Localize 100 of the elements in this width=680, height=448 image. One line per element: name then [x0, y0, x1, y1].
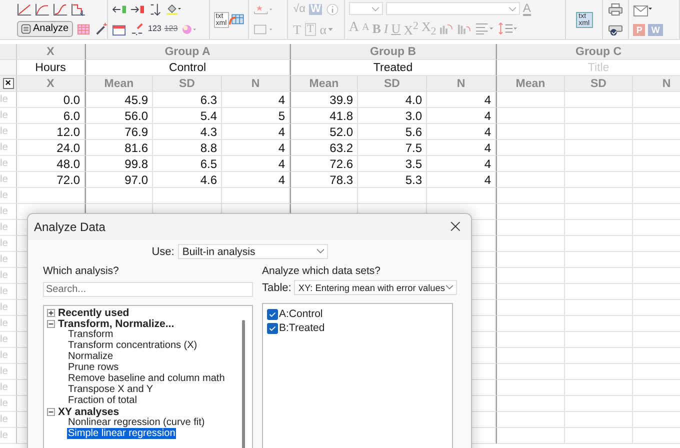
empty-cell[interactable]: [565, 108, 633, 124]
font-size-dropdown[interactable]: [348, 2, 383, 16]
empty-cell[interactable]: [496, 204, 565, 220]
rectangle-icon[interactable]: [252, 22, 273, 36]
color-wheel-icon[interactable]: [180, 22, 196, 36]
use-dropdown[interactable]: Built-in analysis: [178, 244, 328, 259]
table-icon[interactable]: [112, 22, 127, 36]
empty-cell[interactable]: [565, 348, 633, 364]
empty-cell[interactable]: [496, 92, 565, 108]
analysis-item[interactable]: Prune rows: [67, 362, 120, 373]
collapse-icon[interactable]: [47, 408, 55, 416]
analysis-item[interactable]: Transform: [67, 329, 114, 340]
close-button[interactable]: ×: [2, 78, 14, 89]
empty-cell[interactable]: [496, 156, 565, 172]
empty-cell[interactable]: [496, 172, 565, 188]
empty-cell[interactable]: [565, 300, 633, 316]
empty-cell[interactable]: [565, 380, 633, 396]
sigmoid-chart-icon[interactable]: [53, 2, 68, 16]
empty-cell[interactable]: [565, 156, 633, 172]
empty-cell[interactable]: [496, 332, 565, 348]
empty-cell[interactable]: [85, 188, 153, 204]
empty-cell[interactable]: [565, 236, 633, 252]
expand-icon[interactable]: [47, 308, 55, 316]
line-chart-icon[interactable]: [17, 2, 32, 16]
empty-cell[interactable]: [565, 316, 633, 332]
empty-cell[interactable]: [496, 252, 565, 268]
empty-cell[interactable]: [427, 188, 496, 204]
decimal-format-icon[interactable]: [130, 22, 145, 36]
empty-cell[interactable]: [222, 188, 290, 204]
empty-cell[interactable]: [565, 204, 633, 220]
checkbox[interactable]: [267, 322, 278, 334]
number-format-button[interactable]: 123: [148, 25, 162, 34]
empty-cell[interactable]: [290, 188, 358, 204]
paint-bucket-icon[interactable]: [166, 3, 181, 16]
align-icon[interactable]: [475, 22, 496, 35]
printer-icon[interactable]: [608, 3, 624, 16]
chevron-down-icon[interactable]: [508, 7, 516, 12]
empty-cell[interactable]: [496, 396, 565, 412]
empty-cell[interactable]: [565, 284, 633, 300]
printer-check-icon[interactable]: [608, 22, 624, 36]
curve-chart-icon[interactable]: [35, 2, 50, 16]
empty-cell[interactable]: [496, 428, 565, 444]
tree-category[interactable]: Recently used: [47, 307, 130, 318]
sort-icon[interactable]: [148, 3, 163, 16]
empty-cell[interactable]: [496, 380, 565, 396]
empty-cell[interactable]: [496, 284, 565, 300]
table-arrow-icon[interactable]: [228, 12, 244, 28]
survival-chart-icon[interactable]: [71, 2, 86, 16]
empty-cell[interactable]: [17, 188, 85, 204]
checkbox[interactable]: [267, 308, 278, 320]
chevron-down-icon[interactable]: [317, 249, 324, 254]
empty-cell[interactable]: [358, 188, 427, 204]
data-set-title[interactable]: Treated: [373, 62, 413, 74]
empty-cell[interactable]: [565, 172, 633, 188]
empty-cell[interactable]: [565, 220, 633, 236]
analyze-button[interactable]: Analyze: [17, 20, 73, 36]
data-set-title[interactable]: Hours: [35, 62, 66, 74]
empty-cell[interactable]: [565, 140, 633, 156]
empty-cell[interactable]: [565, 268, 633, 284]
tree-category[interactable]: Transform, Normalize...: [47, 318, 174, 329]
empty-cell[interactable]: [565, 364, 633, 380]
analysis-item[interactable]: Transpose X and Y: [67, 384, 154, 395]
magic-wand-icon[interactable]: [94, 22, 109, 35]
rotate-left-icon[interactable]: [439, 22, 454, 35]
star-line-icon[interactable]: [252, 3, 273, 16]
search-field[interactable]: Search...: [43, 282, 253, 297]
empty-cell[interactable]: [496, 140, 565, 156]
collapse-icon[interactable]: [47, 320, 55, 328]
number-format-button[interactable]: 123: [164, 25, 178, 34]
empty-cell[interactable]: [565, 124, 633, 140]
empty-cell[interactable]: [496, 236, 565, 252]
empty-cell[interactable]: [496, 300, 565, 316]
scrollbar[interactable]: [242, 320, 245, 448]
empty-cell[interactable]: [496, 316, 565, 332]
analysis-item[interactable]: Remove baseline and column math: [67, 373, 226, 384]
empty-cell[interactable]: [496, 188, 565, 204]
analysis-item[interactable]: Simple linear regression: [67, 428, 176, 439]
chevron-down-icon[interactable]: [446, 285, 454, 290]
empty-cell[interactable]: [565, 412, 633, 428]
data-set-title[interactable]: Control: [168, 62, 206, 74]
caret-icon[interactable]: [328, 28, 333, 31]
info-icon[interactable]: [324, 3, 340, 16]
empty-cell[interactable]: [153, 188, 222, 204]
analysis-item[interactable]: Fraction of total: [67, 395, 138, 406]
empty-cell[interactable]: [496, 108, 565, 124]
close-button[interactable]: ×: [440, 218, 471, 236]
empty-cell[interactable]: [565, 428, 633, 444]
empty-cell[interactable]: [496, 220, 565, 236]
analysis-item[interactable]: Transform concentrations (X): [67, 340, 198, 351]
empty-cell[interactable]: [496, 268, 565, 284]
empty-cell[interactable]: [565, 396, 633, 412]
analysis-item[interactable]: Normalize: [67, 351, 114, 362]
empty-cell[interactable]: [496, 412, 565, 428]
line-spacing-icon[interactable]: [498, 22, 518, 35]
analysis-item[interactable]: Nonlinear regression (curve fit): [67, 417, 206, 428]
empty-cell[interactable]: [565, 188, 633, 204]
empty-cell[interactable]: [565, 92, 633, 108]
envelope-icon[interactable]: [633, 4, 654, 16]
tree-category[interactable]: XY analyses: [47, 406, 120, 417]
empty-cell[interactable]: [565, 332, 633, 348]
